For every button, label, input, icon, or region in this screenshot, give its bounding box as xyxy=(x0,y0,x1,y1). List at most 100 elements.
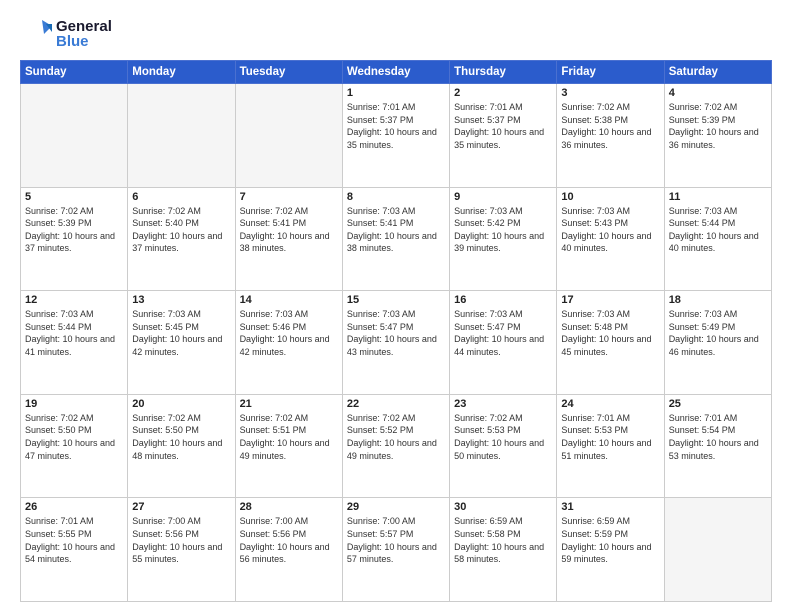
day-info: Sunrise: 7:02 AM Sunset: 5:39 PM Dayligh… xyxy=(669,101,767,151)
daylight-label: Daylight: 10 hours and 55 minutes. xyxy=(132,542,222,565)
sunrise-label: Sunrise: 7:03 AM xyxy=(347,206,416,216)
sunrise-label: Sunrise: 7:03 AM xyxy=(132,309,201,319)
day-number: 27 xyxy=(132,501,230,513)
sunrise-label: Sunrise: 7:00 AM xyxy=(347,516,416,526)
calendar-cell: 8 Sunrise: 7:03 AM Sunset: 5:41 PM Dayli… xyxy=(342,187,449,291)
day-info: Sunrise: 7:00 AM Sunset: 5:57 PM Dayligh… xyxy=(347,515,445,565)
daylight-label: Daylight: 10 hours and 49 minutes. xyxy=(240,438,330,461)
day-info: Sunrise: 7:03 AM Sunset: 5:43 PM Dayligh… xyxy=(561,205,659,255)
day-number: 4 xyxy=(669,87,767,99)
day-number: 12 xyxy=(25,294,123,306)
daylight-label: Daylight: 10 hours and 47 minutes. xyxy=(25,438,115,461)
sunrise-label: Sunrise: 7:03 AM xyxy=(454,206,523,216)
logo-bird-icon xyxy=(20,18,52,50)
day-info: Sunrise: 7:02 AM Sunset: 5:50 PM Dayligh… xyxy=(132,412,230,462)
day-number: 28 xyxy=(240,501,338,513)
daylight-label: Daylight: 10 hours and 57 minutes. xyxy=(347,542,437,565)
day-number: 29 xyxy=(347,501,445,513)
calendar-cell: 10 Sunrise: 7:03 AM Sunset: 5:43 PM Dayl… xyxy=(557,187,664,291)
sunrise-label: Sunrise: 7:02 AM xyxy=(669,102,738,112)
daylight-label: Daylight: 10 hours and 56 minutes. xyxy=(240,542,330,565)
calendar-cell xyxy=(21,84,128,188)
day-info: Sunrise: 6:59 AM Sunset: 5:59 PM Dayligh… xyxy=(561,515,659,565)
day-info: Sunrise: 7:00 AM Sunset: 5:56 PM Dayligh… xyxy=(240,515,338,565)
calendar-cell: 13 Sunrise: 7:03 AM Sunset: 5:45 PM Dayl… xyxy=(128,291,235,395)
sunset-label: Sunset: 5:57 PM xyxy=(347,529,414,539)
day-number: 2 xyxy=(454,87,552,99)
weekday-header-tuesday: Tuesday xyxy=(235,61,342,84)
week-row-1: 1 Sunrise: 7:01 AM Sunset: 5:37 PM Dayli… xyxy=(21,84,772,188)
sunrise-label: Sunrise: 7:02 AM xyxy=(454,413,523,423)
daylight-label: Daylight: 10 hours and 35 minutes. xyxy=(454,127,544,150)
calendar-cell: 3 Sunrise: 7:02 AM Sunset: 5:38 PM Dayli… xyxy=(557,84,664,188)
daylight-label: Daylight: 10 hours and 45 minutes. xyxy=(561,334,651,357)
daylight-label: Daylight: 10 hours and 49 minutes. xyxy=(347,438,437,461)
day-number: 23 xyxy=(454,398,552,410)
day-info: Sunrise: 7:02 AM Sunset: 5:53 PM Dayligh… xyxy=(454,412,552,462)
calendar-cell: 27 Sunrise: 7:00 AM Sunset: 5:56 PM Dayl… xyxy=(128,498,235,602)
sunrise-label: Sunrise: 7:00 AM xyxy=(240,516,309,526)
day-number: 22 xyxy=(347,398,445,410)
day-number: 1 xyxy=(347,87,445,99)
sunrise-label: Sunrise: 7:02 AM xyxy=(25,413,94,423)
week-row-3: 12 Sunrise: 7:03 AM Sunset: 5:44 PM Dayl… xyxy=(21,291,772,395)
sunrise-label: Sunrise: 7:02 AM xyxy=(240,413,309,423)
logo: General Blue xyxy=(20,18,112,50)
calendar-cell: 14 Sunrise: 7:03 AM Sunset: 5:46 PM Dayl… xyxy=(235,291,342,395)
calendar-cell: 31 Sunrise: 6:59 AM Sunset: 5:59 PM Dayl… xyxy=(557,498,664,602)
day-info: Sunrise: 7:02 AM Sunset: 5:40 PM Dayligh… xyxy=(132,205,230,255)
day-number: 16 xyxy=(454,294,552,306)
sunset-label: Sunset: 5:53 PM xyxy=(454,425,521,435)
day-info: Sunrise: 7:02 AM Sunset: 5:51 PM Dayligh… xyxy=(240,412,338,462)
calendar-cell: 19 Sunrise: 7:02 AM Sunset: 5:50 PM Dayl… xyxy=(21,394,128,498)
calendar-cell: 22 Sunrise: 7:02 AM Sunset: 5:52 PM Dayl… xyxy=(342,394,449,498)
calendar-table: SundayMondayTuesdayWednesdayThursdayFrid… xyxy=(20,60,772,602)
day-number: 15 xyxy=(347,294,445,306)
day-number: 24 xyxy=(561,398,659,410)
weekday-header-thursday: Thursday xyxy=(450,61,557,84)
sunset-label: Sunset: 5:48 PM xyxy=(561,322,628,332)
sunset-label: Sunset: 5:47 PM xyxy=(454,322,521,332)
calendar-cell: 24 Sunrise: 7:01 AM Sunset: 5:53 PM Dayl… xyxy=(557,394,664,498)
day-number: 30 xyxy=(454,501,552,513)
day-number: 26 xyxy=(25,501,123,513)
calendar-cell: 29 Sunrise: 7:00 AM Sunset: 5:57 PM Dayl… xyxy=(342,498,449,602)
daylight-label: Daylight: 10 hours and 41 minutes. xyxy=(25,334,115,357)
daylight-label: Daylight: 10 hours and 36 minutes. xyxy=(561,127,651,150)
day-info: Sunrise: 7:03 AM Sunset: 5:47 PM Dayligh… xyxy=(347,308,445,358)
calendar-cell: 20 Sunrise: 7:02 AM Sunset: 5:50 PM Dayl… xyxy=(128,394,235,498)
day-info: Sunrise: 7:01 AM Sunset: 5:37 PM Dayligh… xyxy=(347,101,445,151)
daylight-label: Daylight: 10 hours and 42 minutes. xyxy=(240,334,330,357)
weekday-header-friday: Friday xyxy=(557,61,664,84)
week-row-2: 5 Sunrise: 7:02 AM Sunset: 5:39 PM Dayli… xyxy=(21,187,772,291)
sunrise-label: Sunrise: 7:02 AM xyxy=(132,206,201,216)
sunrise-label: Sunrise: 7:03 AM xyxy=(669,206,738,216)
sunset-label: Sunset: 5:42 PM xyxy=(454,218,521,228)
sunrise-label: Sunrise: 7:02 AM xyxy=(25,206,94,216)
sunset-label: Sunset: 5:56 PM xyxy=(240,529,307,539)
calendar-cell xyxy=(128,84,235,188)
day-number: 14 xyxy=(240,294,338,306)
day-info: Sunrise: 7:01 AM Sunset: 5:37 PM Dayligh… xyxy=(454,101,552,151)
calendar-cell: 17 Sunrise: 7:03 AM Sunset: 5:48 PM Dayl… xyxy=(557,291,664,395)
sunrise-label: Sunrise: 7:01 AM xyxy=(25,516,94,526)
weekday-header-monday: Monday xyxy=(128,61,235,84)
daylight-label: Daylight: 10 hours and 35 minutes. xyxy=(347,127,437,150)
sunrise-label: Sunrise: 7:03 AM xyxy=(561,206,630,216)
weekday-header-sunday: Sunday xyxy=(21,61,128,84)
calendar-cell xyxy=(664,498,771,602)
sunset-label: Sunset: 5:46 PM xyxy=(240,322,307,332)
sunrise-label: Sunrise: 7:03 AM xyxy=(561,309,630,319)
daylight-label: Daylight: 10 hours and 39 minutes. xyxy=(454,231,544,254)
sunset-label: Sunset: 5:37 PM xyxy=(347,115,414,125)
day-info: Sunrise: 6:59 AM Sunset: 5:58 PM Dayligh… xyxy=(454,515,552,565)
day-number: 9 xyxy=(454,191,552,203)
sunset-label: Sunset: 5:45 PM xyxy=(132,322,199,332)
daylight-label: Daylight: 10 hours and 51 minutes. xyxy=(561,438,651,461)
sunset-label: Sunset: 5:52 PM xyxy=(347,425,414,435)
day-info: Sunrise: 7:01 AM Sunset: 5:55 PM Dayligh… xyxy=(25,515,123,565)
sunrise-label: Sunrise: 7:02 AM xyxy=(240,206,309,216)
day-number: 8 xyxy=(347,191,445,203)
calendar-cell: 25 Sunrise: 7:01 AM Sunset: 5:54 PM Dayl… xyxy=(664,394,771,498)
week-row-4: 19 Sunrise: 7:02 AM Sunset: 5:50 PM Dayl… xyxy=(21,394,772,498)
